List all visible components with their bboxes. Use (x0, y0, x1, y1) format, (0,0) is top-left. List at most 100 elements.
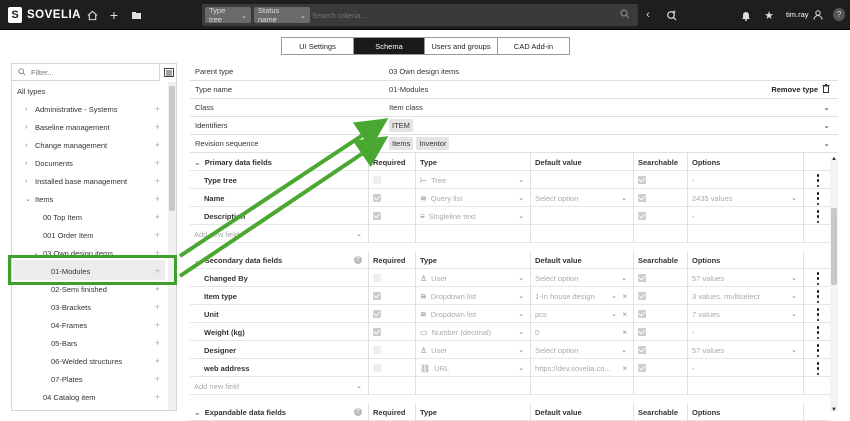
default-cell[interactable]: Select option ⌄ (531, 341, 634, 359)
default-value[interactable]: 1-In house design (535, 292, 595, 301)
default-cell[interactable]: Select option ⌄ (531, 189, 634, 207)
required-checkbox[interactable] (373, 364, 381, 372)
clear-icon[interactable]: × (622, 292, 627, 301)
chevron-down-icon[interactable]: ⌄ (823, 103, 830, 112)
chevron-down-icon[interactable]: ⌄ (611, 292, 617, 300)
tree-item[interactable]: 03-Brackets + (12, 298, 164, 316)
add-subtype-icon[interactable]: + (155, 212, 160, 222)
tree-item[interactable]: 04-Frames + (12, 316, 164, 334)
chevron-down-icon[interactable]: ⌄ (194, 408, 201, 417)
chevron-down-icon[interactable]: ⌄ (518, 364, 524, 372)
searchable-checkbox[interactable] (638, 274, 646, 282)
home-icon[interactable] (84, 7, 100, 23)
chevron-right-icon[interactable]: › (25, 142, 35, 149)
options-cell[interactable]: 7 values ⌄ (688, 305, 804, 323)
add-subtype-icon[interactable]: + (155, 122, 160, 132)
advanced-search-icon[interactable] (663, 7, 679, 23)
chevron-down-icon[interactable]: ⌄ (518, 310, 524, 318)
trash-icon[interactable] (822, 84, 830, 95)
user-icon[interactable] (810, 7, 826, 23)
default-value[interactable]: pcs (535, 310, 547, 319)
identifiers-row[interactable]: Identifiers ITEM ⌄ (190, 117, 838, 135)
options-cell[interactable]: 57 values ⌄ (688, 269, 804, 287)
chevron-down-icon[interactable]: ⌄ (518, 194, 524, 202)
tree-item[interactable]: 05-Bars + (12, 334, 164, 352)
add-subtype-icon[interactable]: + (155, 302, 160, 312)
options-cell[interactable]: - (688, 207, 804, 225)
add-subtype-icon[interactable]: + (155, 284, 160, 294)
scroll-up-icon[interactable]: ▲ (831, 156, 837, 162)
default-cell[interactable] (531, 207, 634, 225)
chevron-down-icon[interactable]: ⌄ (356, 230, 362, 238)
chevron-down-icon[interactable]: ⌄ (194, 158, 201, 167)
revision-chip-items[interactable]: Items (389, 137, 414, 150)
tab-ui-settings[interactable]: UI Settings (282, 38, 354, 54)
add-subtype-icon[interactable]: + (155, 176, 160, 186)
required-checkbox[interactable] (373, 292, 381, 300)
searchable-checkbox[interactable] (638, 176, 646, 184)
tree-item[interactable]: 06-Welded structures + (12, 352, 164, 370)
type-cell[interactable]: ≡ Singleline text ⌄ (416, 207, 531, 225)
sidebar-scroll-thumb[interactable] (169, 86, 175, 211)
chevron-right-icon[interactable]: › (25, 178, 35, 185)
searchable-checkbox[interactable] (638, 346, 646, 354)
options-cell[interactable]: - (688, 171, 804, 189)
more-options-icon[interactable] (816, 210, 820, 223)
tree-item[interactable]: › Documents + (12, 154, 164, 172)
list-view-icon[interactable] (161, 64, 176, 81)
chevron-down-icon[interactable]: ⌄ (621, 274, 627, 282)
options-cell[interactable]: - (688, 323, 804, 341)
required-checkbox[interactable] (373, 212, 381, 220)
add-subtype-icon[interactable]: + (155, 158, 160, 168)
default-value[interactable]: https://dev.sovelia.co... (535, 364, 611, 373)
default-cell[interactable]: 1-In house design × ⌄ (531, 287, 634, 305)
chevron-right-icon[interactable]: › (25, 106, 35, 113)
default-cell[interactable]: pcs × ⌄ (531, 305, 634, 323)
add-icon[interactable]: + (106, 7, 122, 23)
tree-item[interactable]: › Baseline management + (12, 118, 164, 136)
chevron-down-icon[interactable]: ⌄ (25, 195, 35, 203)
tree-item[interactable]: ⌄ Items + (12, 190, 164, 208)
clear-icon[interactable]: × (622, 328, 627, 337)
chevron-down-icon[interactable]: ⌄ (518, 176, 524, 184)
add-subtype-icon[interactable]: + (155, 356, 160, 366)
more-options-icon[interactable] (816, 326, 820, 339)
searchable-checkbox[interactable] (638, 212, 646, 220)
default-value[interactable]: 0 (535, 328, 539, 337)
default-cell[interactable]: 0 × (531, 323, 634, 341)
options-cell[interactable]: 2435 values ⌄ (688, 189, 804, 207)
chevron-down-icon[interactable]: ⌄ (621, 346, 627, 354)
chevron-down-icon[interactable]: ⌄ (518, 212, 524, 220)
more-options-icon[interactable] (816, 272, 820, 285)
tree-item[interactable]: 04 Catalog item + (12, 388, 164, 406)
type-cell[interactable]: ⊢ Tree ⌄ (416, 171, 531, 189)
tree-item[interactable]: › Administrative - Systems + (12, 100, 164, 118)
search-icon[interactable] (620, 9, 630, 21)
back-icon[interactable]: ‹ (640, 7, 656, 23)
options-cell[interactable]: - (688, 359, 804, 377)
searchable-checkbox[interactable] (638, 194, 646, 202)
chevron-down-icon[interactable]: ⌄ (621, 194, 627, 202)
tree-item[interactable]: › Installed base management + (12, 172, 164, 190)
clear-icon[interactable]: × (622, 364, 627, 373)
searchable-checkbox[interactable] (638, 364, 646, 372)
sidebar-scrollbar[interactable] (168, 82, 176, 410)
default-value[interactable]: Select option (535, 194, 578, 203)
more-options-icon[interactable] (816, 192, 820, 205)
type-cell[interactable]: ▭ Number (decimal) ⌄ (416, 323, 531, 341)
chevron-down-icon[interactable]: ⌄ (518, 274, 524, 282)
chevron-down-icon[interactable]: ⌄ (194, 256, 201, 265)
add-subtype-icon[interactable]: + (155, 140, 160, 150)
add-subtype-icon[interactable]: + (155, 320, 160, 330)
scroll-down-icon[interactable]: ▼ (831, 407, 837, 413)
searchable-checkbox[interactable] (638, 292, 646, 300)
more-options-icon[interactable] (816, 362, 820, 375)
options-cell[interactable]: 57 values ⌄ (688, 341, 804, 359)
type-cell[interactable]: ♙ User ⌄ (416, 269, 531, 287)
tree-item[interactable]: 001 Order Item + (12, 226, 164, 244)
tree-item[interactable]: › Change management + (12, 136, 164, 154)
chevron-right-icon[interactable]: › (25, 160, 35, 167)
identifier-chip[interactable]: ITEM (389, 119, 413, 132)
type-cell[interactable]: ≋ Dropdown list ⌄ (416, 305, 531, 323)
more-options-icon[interactable] (816, 344, 820, 357)
